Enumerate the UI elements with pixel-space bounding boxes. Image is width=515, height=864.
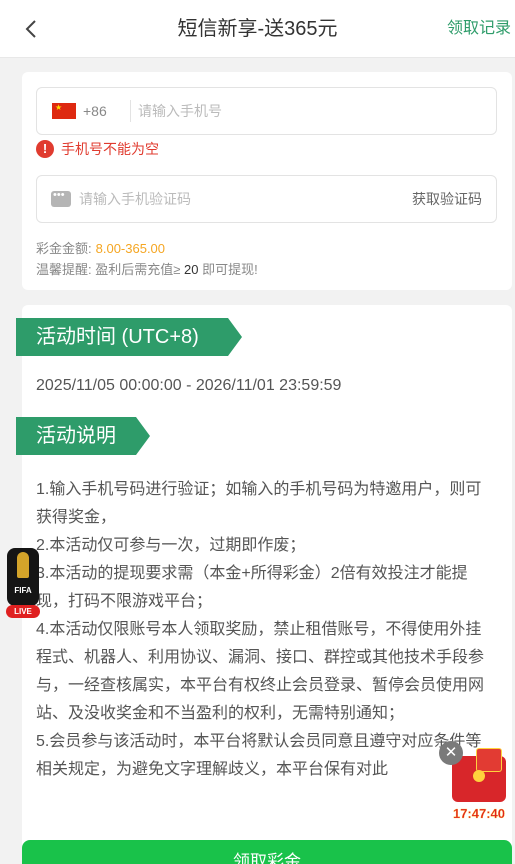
red-packet-seal [473,770,485,782]
desc-item: 1.输入手机号码进行验证；如输入的手机号码为特邀用户，则可获得奖金， [36,481,482,526]
sms-icon [51,189,71,207]
tip-line: 温馨提醒: 盈利后需充值≥ 20 即可提现! [36,259,258,278]
tip-prefix: 温馨提醒: 盈利后需充值≥ [36,262,181,277]
tip-amount: 20 [183,262,199,277]
trophy-shape [17,552,29,578]
desc-item: 4.本活动仅限账号本人领取奖励，禁止租借账号，不得使用外挂程式、机器人、利用协议… [36,621,485,722]
get-code-button[interactable]: 获取验证码 [412,176,482,222]
amount-value: 8.00-365.00 [95,241,166,256]
page-title: 短信新享-送365元 [177,18,338,40]
activity-time-heading: 活动时间 (UTC+8) [16,318,242,356]
amount-label: 彩金金额: [36,241,92,256]
red-packet-card [476,748,502,772]
error-icon: ! [36,140,54,158]
verify-code-input[interactable] [79,177,379,221]
red-packet-countdown: 17:47:40 [452,806,506,821]
amount-line: 彩金金额: 8.00-365.00 [36,238,165,257]
tip-suffix: 即可提现! [202,262,258,277]
desc-item: 3.本活动的提现要求需（本金+所得彩金）2倍有效投注才能提现，打码不限游戏平台； [36,565,468,610]
activity-desc: 1.输入手机号码进行验证；如输入的手机号码为特邀用户，则可获得奖金， 2.本活动… [36,476,496,784]
claim-form-card: ★ +86 ! 手机号不能为空 获取验证码 彩金金额:8.00-365.00 温… [22,72,512,290]
fifa-trophy-icon: FIFA [7,548,39,606]
fifa-label: FIFA [14,586,32,595]
desc-item: 5.会员参与该活动时，本平台将默认会员同意且遵守对应条件等相关规定，为避免文字理… [36,733,482,778]
phone-input[interactable] [138,89,488,133]
top-nav-bar: 短信新享-送365元 领取记录 [0,0,515,58]
phone-error-text: 手机号不能为空 [61,141,159,157]
live-badge: LIVE [6,605,40,618]
country-code[interactable]: +86 [83,88,107,134]
verify-code-field[interactable]: 获取验证码 [36,175,497,223]
fifa-live-float[interactable]: FIFA LIVE [6,548,40,620]
divider [130,100,131,122]
records-link[interactable]: 领取记录 [447,0,511,58]
phone-field[interactable]: ★ +86 [36,87,497,135]
activity-desc-heading: 活动说明 [16,417,150,455]
activity-time-range: 2025/11/05 00:00:00 - 2026/11/01 23:59:5… [36,377,342,394]
china-flag-icon[interactable]: ★ [52,103,76,119]
desc-item: 2.本活动仅可参与一次，过期即作废； [36,537,306,554]
close-icon[interactable]: ✕ [439,741,463,765]
claim-button[interactable]: 领取彩金 [22,840,512,864]
